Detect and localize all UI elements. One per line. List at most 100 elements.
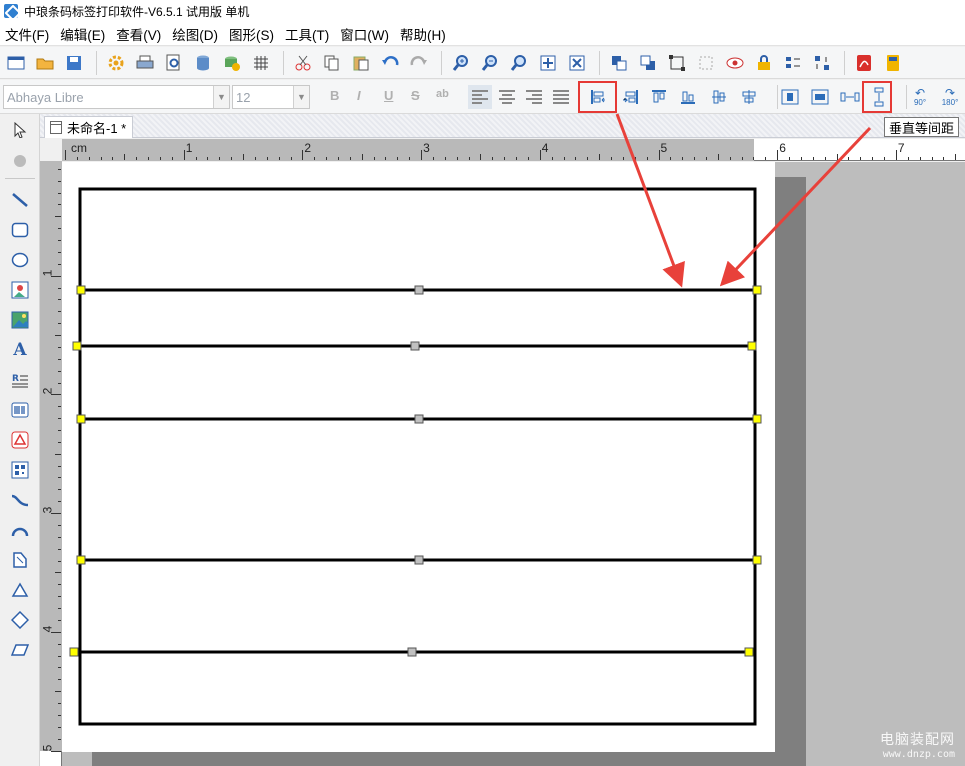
selection-handle[interactable] [76,555,86,565]
menu-help[interactable]: 帮助(H) [400,24,446,44]
calculator-icon[interactable] [880,50,906,76]
label-border-rectangle[interactable] [78,187,757,726]
rotate-180-icon[interactable]: ↷ 180° [938,86,962,108]
italic-button[interactable]: I [357,88,361,103]
align-top-icon[interactable] [647,86,671,108]
undo-icon[interactable] [377,50,403,76]
selection-handle[interactable] [752,285,762,295]
ungroup-icon[interactable] [693,50,719,76]
selection-handle[interactable] [76,414,86,424]
menu-tools[interactable]: 工具(T) [285,24,329,44]
ruler-tick [58,536,61,538]
line-icon[interactable] [8,188,32,212]
distribute-icon[interactable] [809,50,835,76]
strikethrough-button[interactable]: S [411,88,420,103]
bring-front-icon[interactable] [606,50,632,76]
bold-button[interactable]: B [330,88,339,103]
selection-handle[interactable] [752,555,762,565]
barcode-icon[interactable] [8,398,32,422]
selection-handle[interactable] [414,414,424,424]
pan-hand-icon[interactable] [8,148,32,172]
save-icon[interactable] [61,50,87,76]
selection-handle[interactable] [744,647,754,657]
rounded-rectangle-icon[interactable] [8,218,32,242]
select-arrow-icon[interactable] [8,118,32,142]
rich-text-icon[interactable]: R [8,368,32,392]
center-vertical-page-icon[interactable] [808,86,832,108]
paste-icon[interactable] [348,50,374,76]
align-right-icon[interactable] [618,86,642,108]
qr-shape-icon[interactable] [8,428,32,452]
document-tab[interactable]: 未命名-1 * [44,116,134,138]
open-icon[interactable] [32,50,58,76]
menu-view[interactable]: 查看(V) [116,24,161,44]
settings-icon[interactable] [103,50,129,76]
selection-handle[interactable] [414,555,424,565]
justify-text-icon[interactable] [549,85,573,109]
selection-handle[interactable] [410,341,420,351]
selection-handle[interactable] [747,341,757,351]
fit-page-icon[interactable] [535,50,561,76]
database-settings-icon[interactable] [219,50,245,76]
text-style-button[interactable]: ab [436,88,449,100]
ellipse-icon[interactable] [8,248,32,272]
underline-button[interactable]: U [384,88,393,103]
align-bottom-icon[interactable] [676,86,700,108]
menu-shape[interactable]: 图形(S) [229,24,274,44]
chevron-down-icon[interactable]: ▼ [293,86,309,108]
selection-handle[interactable] [414,285,424,295]
fit-width-icon[interactable] [564,50,590,76]
print-preview-icon[interactable] [161,50,187,76]
rotate-90-icon[interactable]: ↶ 90° [908,86,932,108]
grid-icon[interactable] [248,50,274,76]
group-icon[interactable] [664,50,690,76]
diamond-icon[interactable] [8,608,32,632]
menu-draw[interactable]: 绘图(D) [172,24,218,44]
ruler-tick [58,287,61,289]
label-paper[interactable] [62,162,775,752]
send-back-icon[interactable] [635,50,661,76]
pdf-icon[interactable] [851,50,877,76]
menu-edit[interactable]: 编辑(E) [60,24,105,44]
zoom-in-icon[interactable] [448,50,474,76]
triangle-icon[interactable] [8,578,32,602]
redo-icon[interactable] [406,50,432,76]
polygon-icon[interactable] [8,548,32,572]
font-size-select[interactable]: 12 ▼ [232,85,310,109]
zoom-icon[interactable] [506,50,532,76]
image-icon[interactable] [8,308,32,332]
zoom-out-icon[interactable] [477,50,503,76]
selection-handle[interactable] [76,285,86,295]
parallelogram-icon[interactable] [8,638,32,662]
selection-handle[interactable] [69,647,79,657]
menu-window[interactable]: 窗口(W) [340,24,389,44]
selection-handle[interactable] [752,414,762,424]
align-left-text-icon[interactable] [468,85,492,109]
copy-icon[interactable] [319,50,345,76]
arc-icon[interactable] [8,518,32,542]
align-center-vertical-icon[interactable] [707,86,731,108]
lock-icon[interactable] [751,50,777,76]
new-icon[interactable] [3,50,29,76]
design-canvas[interactable]: 电脑装配网 www.dnzp.com [62,162,965,766]
ruler-tick [58,311,61,313]
text-icon[interactable]: A [8,338,32,362]
selection-handle[interactable] [72,341,82,351]
print-icon[interactable] [132,50,158,76]
curve-icon[interactable] [8,488,32,512]
align-right-text-icon[interactable] [522,85,546,109]
center-horizontal-page-icon[interactable] [778,86,802,108]
align-center-horizontal-icon[interactable] [737,86,761,108]
two-dimensional-code-icon[interactable] [8,458,32,482]
horizontal-equal-spacing-icon[interactable] [838,86,862,108]
cut-icon[interactable] [290,50,316,76]
selection-handle[interactable] [407,647,417,657]
align-center-text-icon[interactable] [495,85,519,109]
chevron-down-icon[interactable]: ▼ [213,86,229,108]
menu-file[interactable]: 文件(F) [5,24,49,44]
align-objects-icon[interactable] [780,50,806,76]
database-icon[interactable] [190,50,216,76]
preview-eye-icon[interactable] [722,50,748,76]
font-name-select[interactable]: Abhaya Libre ▼ [3,85,230,109]
picture-icon[interactable] [8,278,32,302]
